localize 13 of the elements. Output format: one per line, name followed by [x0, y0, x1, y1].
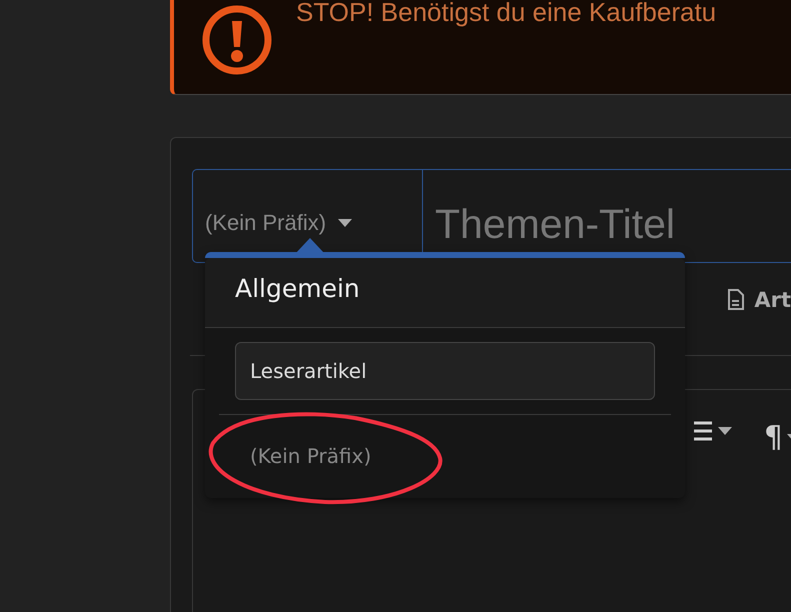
document-icon [727, 289, 744, 311]
group-title: Allgemein [205, 258, 685, 328]
dropdown-caret-icon [338, 219, 352, 227]
alert-message: STOP! Benötigst du eine Kaufberatu [296, 0, 716, 28]
title-field[interactable]: (Kein Präfix) Themen-Titel [192, 169, 791, 263]
list-format-button[interactable] [692, 420, 732, 442]
prefix-option[interactable]: (Kein Präfix) [235, 427, 655, 485]
editor-tab[interactable]: Art [727, 288, 791, 330]
prefix-option[interactable]: Leserartikel [235, 342, 655, 400]
list-icon [692, 420, 714, 442]
caret-icon [718, 427, 732, 435]
paragraph-format-button[interactable]: ¶ [764, 420, 791, 455]
warning-icon [202, 5, 272, 75]
